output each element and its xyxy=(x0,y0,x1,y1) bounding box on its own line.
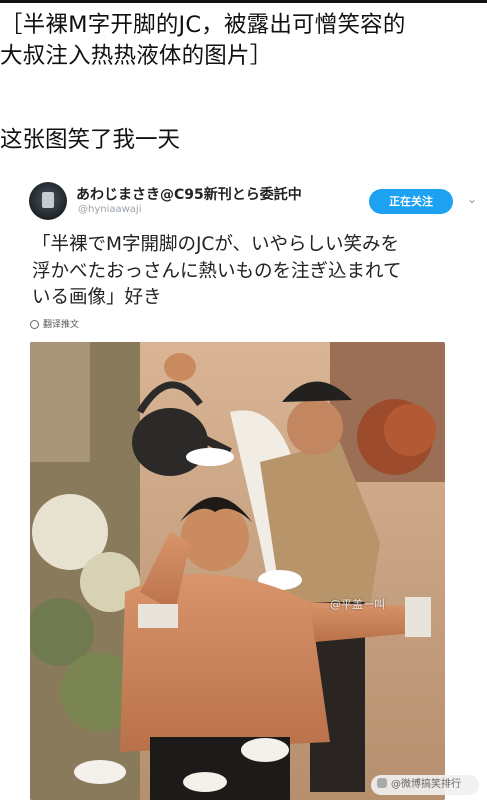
chevron-down-icon[interactable]: ⌄ xyxy=(465,192,479,206)
tweet-photo[interactable] xyxy=(30,342,445,800)
photo-illustration xyxy=(30,342,445,800)
tweet-display-name[interactable]: あわじまさき@C95新刊とら委託中 xyxy=(76,184,302,204)
translate-tweet-link[interactable]: 翻译推文 xyxy=(30,317,79,331)
post-title: ［半裸M字开脚的JC，被露出可憎笑容的 大叔注入热热液体的图片］ xyxy=(0,12,406,69)
share-badge: @微博搞笑排行 xyxy=(371,775,479,795)
following-button[interactable]: 正在关注 xyxy=(369,189,453,214)
post-caption: 这张图笑了我一天 xyxy=(0,127,181,153)
share-badge-text: @微博搞笑排行 xyxy=(391,779,461,790)
tweet-handle[interactable]: @hyniaawaji xyxy=(78,204,142,215)
tweet-card: あわじまさき@C95新刊とら委託中 @hyniaawaji 正在关注 ⌄ 「半裸… xyxy=(16,170,487,800)
globe-icon xyxy=(30,320,39,329)
avatar[interactable] xyxy=(29,182,67,220)
watermark: @平盖一叫 xyxy=(330,598,385,611)
top-divider xyxy=(0,0,487,3)
weibo-icon xyxy=(377,778,387,788)
translate-label: 翻译推文 xyxy=(43,320,80,330)
tweet-text: 「半裸でM字開脚のJCが、いやらしい笑みを 浮かべたおっさんに熱いものを注ぎ込ま… xyxy=(32,234,402,308)
avatar-image-icon xyxy=(42,192,54,208)
